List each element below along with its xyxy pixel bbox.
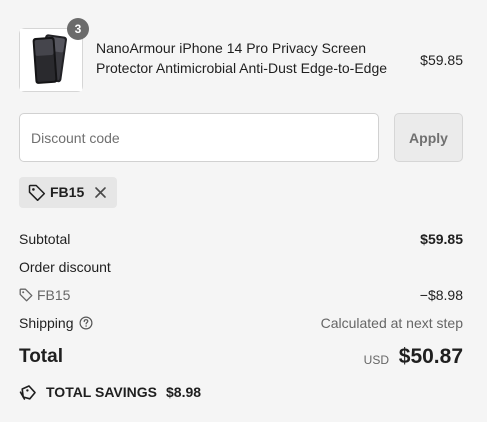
subtotal-value: $59.85 — [420, 231, 463, 247]
discount-code-entry: FB15 — [19, 287, 70, 306]
total-label: Total — [19, 346, 63, 367]
applied-code-label: FB15 — [50, 184, 85, 200]
tag-icon — [19, 288, 33, 306]
total-row: Total USD $50.87 — [19, 344, 463, 370]
total-savings-label: TOTAL SAVINGS — [46, 384, 157, 400]
product-price: $59.85 — [420, 52, 463, 68]
apply-button[interactable]: Apply — [394, 113, 463, 162]
shipping-value: Calculated at next step — [320, 315, 463, 331]
order-discount-label: Order discount — [19, 259, 111, 275]
discount-code-input[interactable] — [19, 113, 379, 162]
product-title: NanoArmour iPhone 14 Pro Privacy Screen … — [96, 40, 388, 76]
tag-icon — [28, 184, 46, 206]
total-amount: $50.87 — [398, 345, 463, 368]
price-tag-icon — [19, 384, 37, 404]
discount-code-label: FB15 — [37, 287, 71, 303]
quantity-badge: 3 — [67, 18, 89, 40]
total-savings-amount: $8.98 — [166, 384, 202, 400]
subtotal-label: Subtotal — [19, 231, 71, 247]
shipping-label: Shipping — [19, 315, 74, 331]
shipping-entry: Shipping — [19, 315, 93, 334]
close-icon[interactable] — [94, 186, 107, 204]
product-thumbnail: 3 — [19, 18, 89, 92]
cart-line-item: 3 NanoArmour iPhone 14 Pro Privacy Scree… — [19, 18, 463, 92]
question-circle-icon[interactable] — [78, 316, 93, 334]
applied-discount-chip: FB15 — [19, 177, 117, 208]
discount-code-value: −$8.98 — [419, 287, 463, 303]
total-currency: USD — [363, 353, 389, 367]
